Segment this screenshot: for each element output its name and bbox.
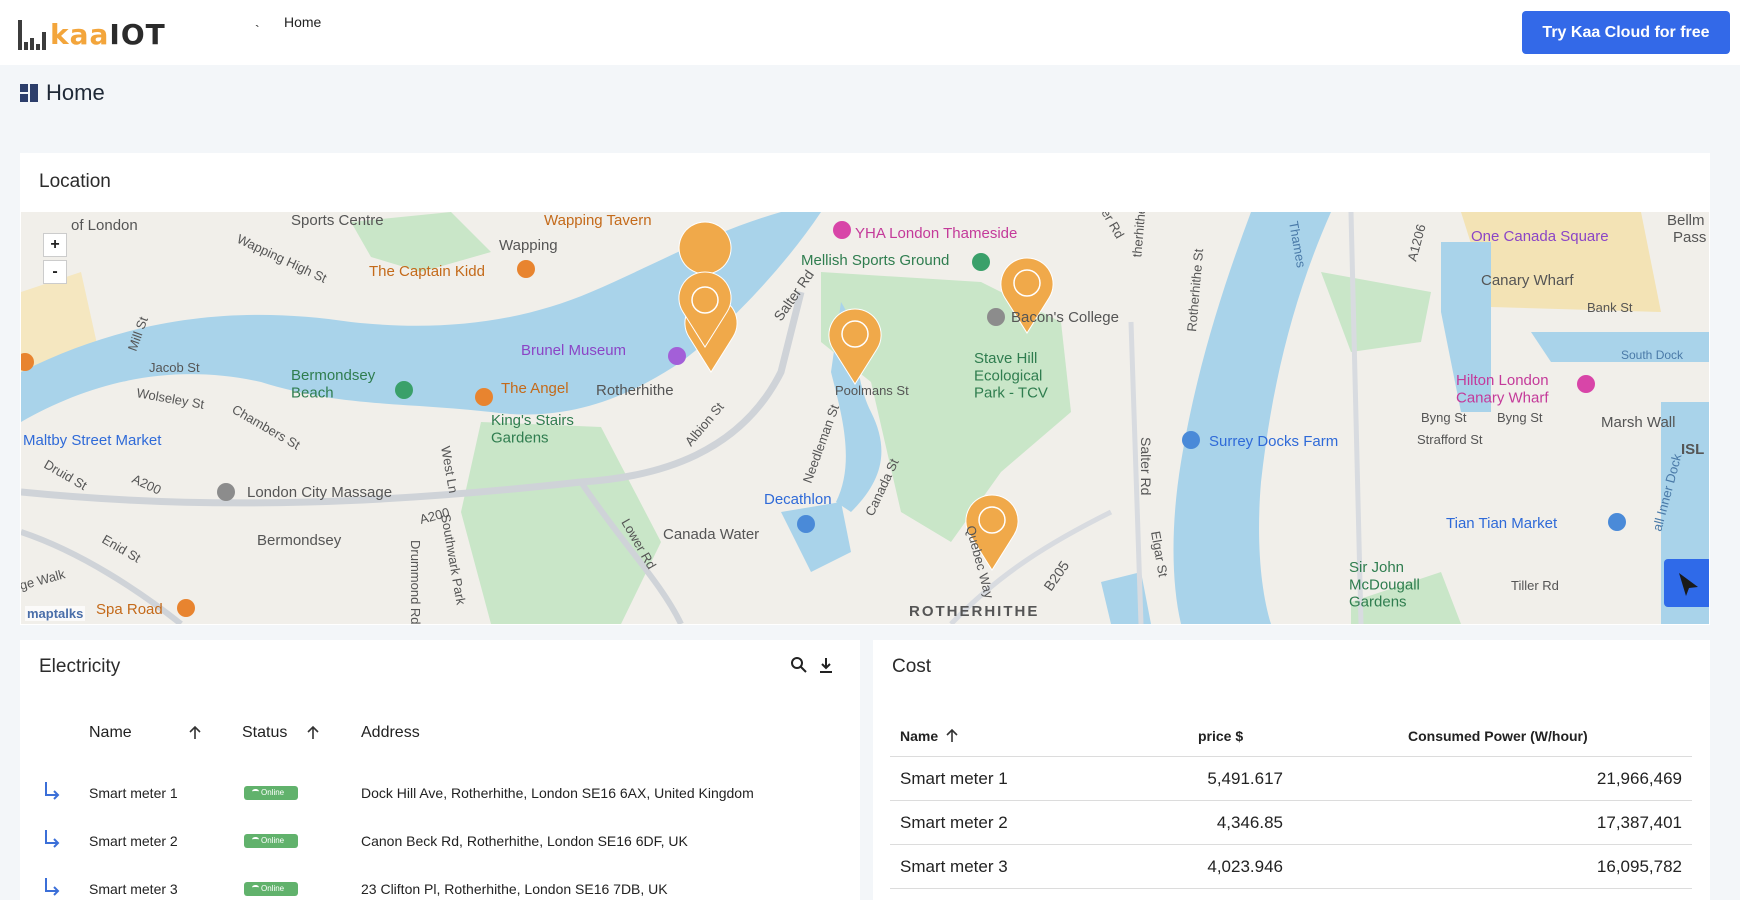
sort-arrow-up-icon[interactable] (945, 728, 959, 744)
map-label: Pass (1673, 229, 1706, 246)
map-label: of London (71, 217, 138, 234)
status-badge: Online (244, 882, 298, 896)
map[interactable]: Sports Centre of London Wapping Tavern W… (21, 212, 1709, 624)
electricity-title: Electricity (39, 656, 121, 677)
sort-arrow-up-icon[interactable] (306, 725, 320, 741)
map-label: Decathlon (764, 491, 832, 508)
table-cell-name: Smart meter 2 (900, 813, 1008, 832)
cost-card: Cost Name price $ Consumed Power (W/hour… (873, 640, 1710, 900)
map-label: Jacob St (149, 360, 200, 375)
navigation-arrow-icon (1679, 573, 1698, 596)
zoom-in-button[interactable]: + (43, 233, 67, 257)
table-cell-price: 5,491.617 (1207, 769, 1283, 788)
map-label: Surrey Docks Farm (1209, 433, 1338, 450)
subdirectory-arrow-icon[interactable] (43, 781, 61, 801)
electricity-card: Electricity Name Status Address Smart me… (20, 640, 860, 900)
map-label: Wapping (499, 237, 558, 254)
map-label: Spa Road (96, 601, 163, 618)
column-header-status[interactable]: Status (242, 724, 287, 742)
map-label: One Canada Square (1471, 228, 1609, 245)
map-label: Tiller Rd (1511, 578, 1559, 593)
try-kaa-cloud-button[interactable]: Try Kaa Cloud for free (1522, 11, 1730, 54)
map-label: Sports Centre (291, 212, 384, 229)
map-label: The Captain Kidd (369, 263, 485, 280)
map-label: Marsh Wall (1601, 414, 1675, 431)
table-row[interactable]: Smart meter 3 4,023.946 16,095,782 (890, 844, 1692, 888)
map-label: Bellm (1667, 212, 1705, 229)
map-label: The Angel (501, 380, 569, 397)
status-badge: Online (244, 834, 298, 848)
map-label: Rotherhithe (596, 382, 674, 399)
map-label: Hilton London Canary Wharf (1456, 372, 1549, 406)
map-label: ISL (1681, 441, 1704, 458)
map-label: Stave Hill Ecological Park - TCV (974, 350, 1048, 402)
table-cell-price: 4,346.85 (1216, 813, 1283, 832)
table-row-divider (890, 888, 1692, 900)
dashboard-icon (20, 84, 38, 102)
map-label: Drummond Rd (408, 540, 423, 624)
map-label: Wapping Tavern (544, 212, 652, 229)
map-label: Canada Water (663, 526, 759, 543)
table-row-address: Dock Hill Ave, Rotherhithe, London SE16 … (361, 785, 754, 801)
table-row[interactable]: Smart meter 1 5,491.617 21,966,469 (890, 756, 1692, 800)
map-attribution[interactable]: maptalks (25, 606, 86, 621)
map-label: Strafford St (1417, 432, 1483, 447)
map-label: Brunel Museum (521, 342, 626, 359)
table-row-address: Canon Beck Rd, Rotherhithe, London SE16 … (361, 833, 688, 849)
map-label: Mellish Sports Ground (801, 252, 949, 269)
sort-arrow-up-icon[interactable] (188, 725, 202, 741)
table-row-name[interactable]: Smart meter 1 (89, 785, 178, 801)
column-header-address[interactable]: Address (361, 724, 420, 742)
table-cell-power: 21,966,469 (1596, 769, 1682, 788)
status-badge: Online (244, 786, 298, 800)
map-label: Tian Tian Market (1446, 515, 1558, 532)
map-label: Maltby Street Market (23, 432, 162, 449)
map-label: Bacon's College (1011, 309, 1119, 326)
map-label: Byng St (1421, 410, 1467, 425)
table-row-name[interactable]: Smart meter 2 (89, 833, 178, 849)
breadcrumb[interactable]: Home (284, 14, 321, 30)
table-row-name[interactable]: Smart meter 3 (89, 881, 178, 897)
kaaiot-logo[interactable]: kaaIOT (18, 16, 190, 50)
table-row[interactable]: Smart meter 2 4,346.85 17,387,401 (890, 800, 1692, 844)
top-bar: kaaIOT ` Home Try Kaa Cloud for free (0, 0, 1740, 65)
locate-button[interactable] (1664, 559, 1709, 607)
table-cell-power: 16,095,782 (1596, 857, 1682, 876)
table-row-address: 23 Clifton Pl, Rotherhithe, London SE16 … (361, 881, 668, 897)
logo-text: kaaIOT (50, 18, 166, 51)
download-icon[interactable] (817, 656, 835, 674)
map-label: Bermondsey (257, 532, 342, 549)
table-cell-name: Smart meter 3 (900, 857, 1008, 876)
search-icon[interactable] (790, 656, 808, 674)
table-cell-power: 17,387,401 (1596, 813, 1682, 832)
zoom-out-button[interactable]: - (43, 260, 67, 284)
breadcrumb-separator: ` (255, 22, 260, 38)
table-cell-price: 4,023.946 (1207, 857, 1283, 876)
map-label: Byng St (1497, 410, 1543, 425)
column-header-name[interactable]: Name (900, 728, 938, 744)
location-title: Location (39, 171, 111, 192)
map-label: ROTHERHITHE (909, 603, 1039, 620)
subdirectory-arrow-icon[interactable] (43, 877, 61, 897)
column-header-name[interactable]: Name (89, 724, 132, 742)
page-title: Home (20, 80, 105, 106)
cost-title: Cost (892, 656, 932, 677)
logo-bars-icon (18, 20, 46, 50)
column-header-consumed-power[interactable]: Consumed Power (W/hour) (1408, 728, 1588, 744)
map-label: Bank St (1587, 300, 1633, 315)
map-label: Poolmans St (835, 383, 909, 398)
map-label: Salter Rd (1138, 437, 1154, 495)
column-header-price[interactable]: price $ (1198, 728, 1243, 744)
map-label: South Dock (1621, 348, 1684, 362)
map-label: YHA London Thameside (855, 225, 1017, 242)
table-cell-name: Smart meter 1 (900, 769, 1008, 788)
page-title-text: Home (46, 80, 105, 105)
map-canvas: Sports Centre of London Wapping Tavern W… (21, 212, 1709, 624)
map-label: London City Massage (247, 484, 392, 501)
subdirectory-arrow-icon[interactable] (43, 829, 61, 849)
map-label: Canary Wharf (1481, 272, 1574, 289)
